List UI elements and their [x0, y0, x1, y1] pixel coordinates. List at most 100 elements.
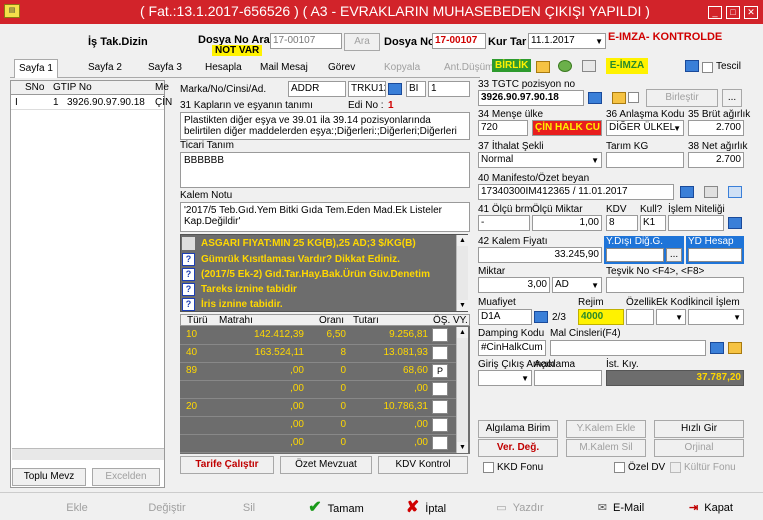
not-var-badge[interactable]: NOT VAR — [212, 45, 263, 56]
more-button[interactable]: ... — [722, 89, 742, 107]
gtip-input[interactable]: 3926.90.97.90.18 — [478, 90, 584, 106]
tax-os-cell[interactable] — [432, 382, 448, 396]
tab-mail-mesaj[interactable]: Mail Mesaj — [260, 62, 308, 76]
tax-row[interactable]: 20 ,00 0 10.786,31 — [180, 399, 456, 417]
close-button[interactable]: ✕ — [744, 6, 758, 19]
warning-item[interactable]: ? İris iznine tabidir. — [182, 297, 456, 313]
ticari-tanim-textarea[interactable]: BBBBBB — [180, 152, 470, 188]
warning-item[interactable]: ASGARI FIYAT:MIN 25 KG(B),25 AD;3 $/KG(B… — [182, 236, 456, 252]
ozellik-input[interactable] — [626, 309, 654, 325]
warnings-scrollbar[interactable]: ▲ ▼ — [456, 235, 468, 311]
yazdir-button[interactable]: ▭ Yazdır — [490, 497, 550, 519]
tax-os-cell[interactable] — [432, 418, 448, 432]
tarife-calistir-button[interactable]: Tarife Çalıştır — [180, 456, 274, 474]
refresh-icon[interactable] — [728, 186, 742, 198]
ozet-mevzuat-button[interactable]: Özet Mevzuat — [280, 456, 372, 474]
col-vy[interactable]: VY. — [453, 315, 468, 326]
tescil-checkbox[interactable] — [702, 62, 713, 73]
scroll-up-icon[interactable]: ▲ — [457, 235, 468, 246]
brut-input[interactable]: 2.700 — [688, 120, 744, 136]
search-list-icon[interactable] — [588, 92, 602, 104]
tax-row[interactable]: 40 163.524,11 8 13.081,93 — [180, 345, 456, 363]
mense-code-input[interactable]: 720 — [478, 120, 528, 136]
kapat-button[interactable]: ⇥ Kapat — [682, 497, 740, 519]
tax-row[interactable]: ,00 0 ,00 — [180, 435, 456, 453]
tax-os-cell[interactable] — [432, 436, 448, 450]
warning-item[interactable]: ? (2017/5 Ek-2) Gıd.Tar.Hay.Bak.Ürün Güv.… — [182, 267, 456, 283]
list-icon[interactable] — [710, 342, 724, 354]
aciklama-input[interactable] — [534, 370, 602, 386]
tax-os-cell[interactable]: P — [432, 364, 448, 378]
bi-input[interactable]: BI — [406, 81, 426, 97]
muafiyet-input[interactable]: D1A — [478, 309, 532, 325]
mkalem-sil-button[interactable]: M.Kalem Sil — [566, 439, 646, 457]
upload-arrow-icon[interactable] — [558, 60, 572, 72]
export-folder-icon[interactable] — [582, 60, 596, 72]
damping-input[interactable]: #CinHalkCum — [478, 340, 546, 356]
tab-ant-dusum[interactable]: Ant.Düşüm — [444, 62, 493, 76]
is-takip-label[interactable]: İş Tak.Dizin — [88, 36, 148, 48]
olcu-miktar-input[interactable]: 1,00 — [532, 215, 602, 231]
ykalem-ekle-button[interactable]: Y.Kalem Ekle — [566, 420, 646, 438]
islem-sekli-select[interactable]: Normal ▼ — [478, 152, 602, 168]
folder-open-icon[interactable] — [536, 61, 550, 73]
tarim-kg-input[interactable] — [606, 152, 684, 168]
manifesto-input[interactable]: 17340300IM412365 / 11.01.2017 — [478, 184, 674, 200]
tax-row[interactable]: 10 142.412,39 6,50 9.256,81 — [180, 327, 456, 345]
kull-input[interactable]: K1 — [640, 215, 666, 231]
tab-hesapla[interactable]: Hesapla — [205, 62, 242, 76]
tax-os-cell[interactable] — [432, 400, 448, 414]
ydisi-more-button[interactable]: ... — [666, 248, 682, 262]
orjinal-button[interactable]: Orjinal — [654, 439, 744, 457]
birlestir-checkbox[interactable] — [628, 92, 639, 103]
kalem-fiyat-input[interactable]: 33.245,90 — [478, 247, 602, 263]
ydisi-dig-box[interactable]: Y.Dışı Diğ.G. ... — [604, 236, 684, 264]
ozel-dv-checkbox[interactable] — [614, 462, 625, 473]
col-gtip[interactable]: GTIP No — [53, 82, 92, 93]
kdv-kontrol-button[interactable]: KDV Kontrol — [378, 456, 468, 474]
yd-hesap-box[interactable]: YD Hesap — [686, 236, 744, 264]
tab-kopyala[interactable]: Kopyala — [384, 62, 420, 76]
excelden-button[interactable]: Excelden — [92, 468, 160, 486]
ara-button[interactable]: Ara — [344, 33, 380, 51]
email-button[interactable]: ✉ E-Mail — [590, 497, 652, 519]
olcu-brm-input[interactable]: - — [478, 215, 530, 231]
anlasma-select[interactable]: DİĞER ÜLKEL ▼ — [606, 120, 684, 136]
warning-item[interactable]: ? Gümrük Kısıtlaması Vardır? Dikkat Edini… — [182, 252, 456, 268]
ek-kod-select[interactable]: ▼ — [656, 309, 686, 325]
col-me[interactable]: Me — [155, 82, 169, 93]
warning-item[interactable]: ? Tareks iznine tabidir — [182, 282, 456, 298]
minimize-button[interactable]: _ — [708, 6, 722, 19]
kalem-notu-textarea[interactable]: '2017/5 Teb.Gıd.Yem Bitki Gıda Tem.Eden … — [180, 202, 470, 232]
tab-sayfa-2[interactable]: Sayfa 2 — [88, 62, 122, 76]
mal-cinsleri-input[interactable] — [550, 340, 706, 356]
col-turu[interactable]: Türü — [187, 315, 208, 326]
col-oran[interactable]: Oranı — [319, 315, 344, 326]
rejim-input[interactable]: 4000 — [578, 309, 624, 325]
tax-row[interactable]: ,00 0 ,00 — [180, 417, 456, 435]
tab-gorev[interactable]: Görev — [328, 62, 355, 76]
kdv-input[interactable]: 8 — [606, 215, 638, 231]
document-icon[interactable] — [685, 60, 699, 72]
miktar-unit-select[interactable]: AD ▼ — [552, 277, 602, 293]
sil-button[interactable]: Sil — [234, 497, 264, 519]
maximize-button[interactable]: □ — [726, 6, 740, 19]
list-icon[interactable] — [680, 186, 694, 198]
tab-sayfa-3[interactable]: Sayfa 3 — [148, 62, 182, 76]
iptal-button[interactable]: ✘ İptal — [396, 497, 456, 519]
birlik-button[interactable]: BİRLİK — [492, 59, 532, 72]
yd-hesap-input[interactable] — [688, 248, 742, 262]
scroll-down-icon[interactable]: ▼ — [457, 442, 468, 453]
col-os[interactable]: ÖŞ. — [433, 315, 450, 326]
toplu-mevzuat-button[interactable]: Toplu Mevz — [12, 468, 86, 486]
tax-row[interactable]: ,00 0 ,00 — [180, 381, 456, 399]
tax-os-cell[interactable] — [432, 328, 448, 342]
miktar-input[interactable]: 3,00 — [478, 277, 550, 293]
kkd-fonu-checkbox[interactable] — [483, 462, 494, 473]
tax-row[interactable]: 89 ,00 0 68,60 P — [180, 363, 456, 381]
kap-adet-input[interactable]: 1 — [428, 81, 470, 97]
giris-cikis-select[interactable]: ▼ — [478, 370, 532, 386]
degistir-button[interactable]: Değiştir — [140, 497, 194, 519]
kultur-fonu-checkbox[interactable] — [670, 462, 681, 473]
mense-country-field[interactable]: ÇİN HALK CU — [532, 120, 602, 136]
